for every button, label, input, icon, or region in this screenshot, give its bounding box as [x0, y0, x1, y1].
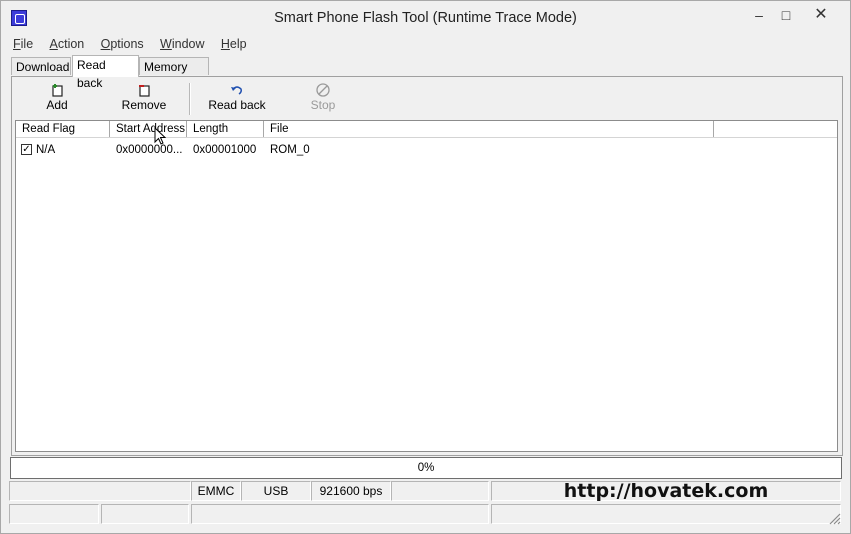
remove-label: Remove	[121, 98, 167, 112]
tab-read-back[interactable]: Read back	[72, 55, 139, 90]
remove-icon	[139, 85, 150, 97]
file-value: ROM_0	[270, 144, 310, 156]
close-button[interactable]: ✕	[801, 5, 841, 25]
status-port: USB	[241, 481, 311, 501]
col-read-flag[interactable]: Read Flag	[16, 121, 110, 137]
status-storage: EMMC	[191, 481, 241, 501]
status-cell-10	[491, 504, 841, 524]
col-length[interactable]: Length	[187, 121, 264, 137]
menu-bar: File Action Options Window Help	[10, 35, 257, 55]
menu-options[interactable]: Options	[98, 35, 147, 53]
read-back-button[interactable]: Read back	[208, 81, 266, 117]
tab-download[interactable]: Download	[11, 57, 71, 75]
add-button[interactable]: Add	[38, 81, 76, 117]
list-header: Read Flag Start Address Length File	[16, 121, 837, 138]
status-cell-8	[101, 504, 189, 524]
status-cell-5	[391, 481, 489, 501]
read-flag-checkbox[interactable]: ✓	[21, 144, 32, 155]
menu-window[interactable]: Window	[157, 35, 207, 53]
stop-button[interactable]: Stop	[308, 81, 338, 117]
stop-icon	[316, 83, 330, 97]
tab-memory-test[interactable]: Memory Test	[139, 57, 209, 92]
mouse-cursor-icon	[154, 127, 166, 145]
read-back-panel: Add Remove Read back Stop Read Flag Star…	[11, 76, 843, 456]
progress-bar: 0%	[10, 457, 842, 479]
read-flag-value: N/A	[36, 144, 56, 156]
status-cell-7	[9, 504, 99, 524]
status-baud: 921600 bps	[311, 481, 391, 501]
add-icon	[52, 84, 63, 97]
menu-help[interactable]: Help	[218, 35, 250, 53]
table-row[interactable]: ✓ N/A 0x0000000... 0x00001000 ROM_0	[16, 141, 837, 159]
status-cell-9	[191, 504, 489, 524]
progress-text: 0%	[417, 462, 435, 474]
menu-file[interactable]: File	[10, 35, 36, 53]
watermark-url: http://hovatek.com	[491, 481, 841, 501]
remove-button[interactable]: Remove	[120, 81, 168, 117]
title-bar[interactable]: Smart Phone Flash Tool (Runtime Trace Mo…	[1, 1, 850, 34]
length-value: 0x00001000	[193, 144, 257, 156]
resize-grip-icon[interactable]	[827, 511, 841, 525]
stop-label: Stop	[310, 98, 336, 112]
col-file[interactable]: File	[264, 121, 714, 137]
minimize-button[interactable]: –	[747, 5, 771, 25]
window-title: Smart Phone Flash Tool (Runtime Trace Mo…	[274, 10, 577, 26]
read-back-list[interactable]: Read Flag Start Address Length File ✓ N/…	[15, 120, 838, 452]
read-back-label: Read back	[208, 98, 266, 112]
toolbar-separator	[189, 83, 191, 115]
undo-arrow-icon	[231, 86, 242, 95]
status-cell-1	[9, 481, 191, 501]
main-window: Smart Phone Flash Tool (Runtime Trace Mo…	[0, 0, 851, 534]
maximize-button[interactable]: □	[774, 5, 798, 25]
menu-action[interactable]: Action	[47, 35, 88, 53]
col-start-address[interactable]: Start Address	[110, 121, 187, 137]
add-label: Add	[46, 98, 68, 112]
col-empty	[714, 121, 837, 137]
start-address-value: 0x0000000...	[116, 144, 182, 156]
